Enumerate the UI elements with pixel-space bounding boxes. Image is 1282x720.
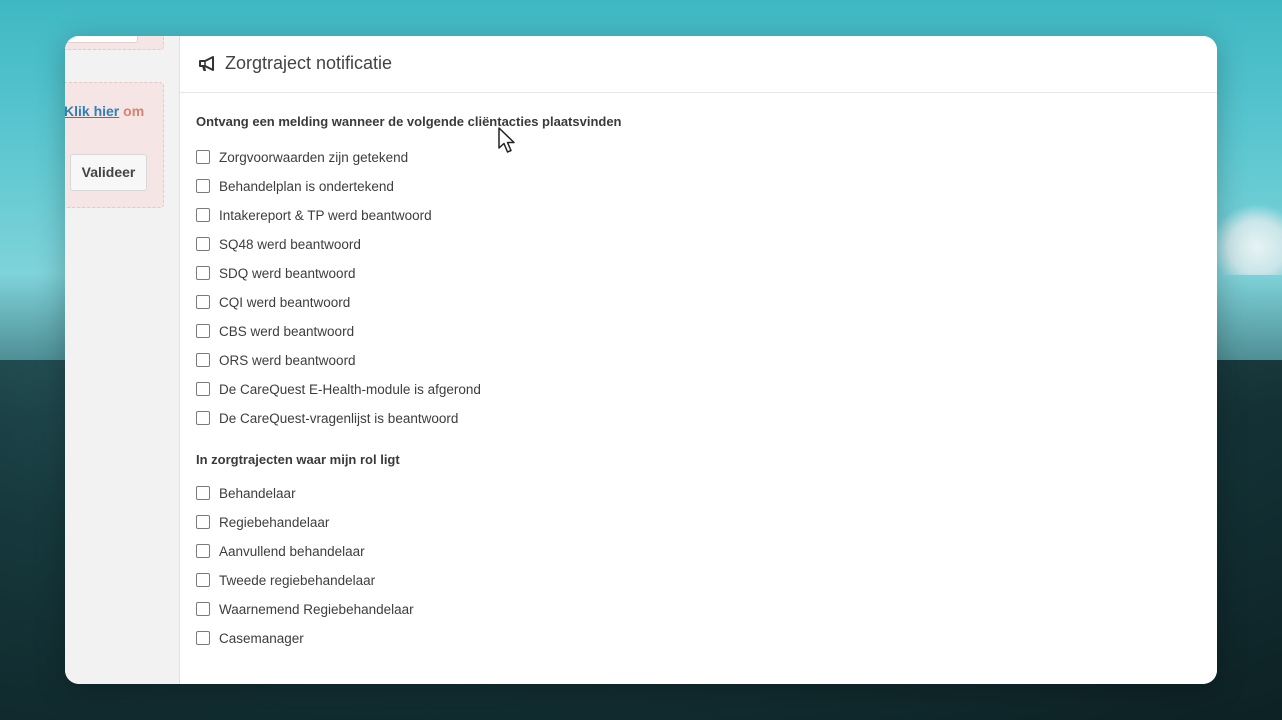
checkbox[interactable] — [196, 486, 210, 500]
checkbox[interactable] — [196, 208, 210, 222]
option-label: Regiebehandelaar — [219, 514, 330, 530]
option-label: De CareQuest-vragenlijst is beantwoord — [219, 410, 459, 426]
option-intakereport[interactable]: Intakereport & TP werd beantwoord — [196, 206, 432, 224]
option-label: SDQ werd beantwoord — [219, 265, 356, 281]
checkbox[interactable] — [196, 150, 210, 164]
option-ors[interactable]: ORS werd beantwoord — [196, 351, 356, 369]
option-casemanager[interactable]: Casemanager — [196, 629, 304, 647]
input-fragment[interactable] — [65, 36, 138, 43]
checkbox[interactable] — [196, 515, 210, 529]
notification-panel: Zorgtraject notificatie Ontvang een meld… — [180, 36, 1217, 684]
option-label: CQI werd beantwoord — [219, 294, 351, 310]
click-here-suffix: om — [123, 103, 145, 119]
checkbox[interactable] — [196, 411, 210, 425]
option-label: Intakereport & TP werd beantwoord — [219, 207, 432, 223]
option-label: Tweede regiebehandelaar — [219, 572, 376, 588]
checkbox[interactable] — [196, 353, 210, 367]
option-label: De CareQuest E-Health-module is afgerond — [219, 381, 481, 397]
checkbox[interactable] — [196, 382, 210, 396]
option-label: ORS werd beantwoord — [219, 352, 356, 368]
left-panel: Klik hier om Valideer — [65, 36, 180, 684]
option-behandelaar[interactable]: Behandelaar — [196, 484, 296, 502]
option-label: Behandelaar — [219, 485, 296, 501]
click-here-line: Klik hier om — [65, 103, 144, 119]
background-cloud — [1212, 205, 1282, 275]
option-behandelplan[interactable]: Behandelplan is ondertekend — [196, 177, 394, 195]
option-vragenlijst[interactable]: De CareQuest-vragenlijst is beantwoord — [196, 409, 458, 427]
option-label: Aanvullend behandelaar — [219, 543, 365, 559]
option-zorgvoorwaarden[interactable]: Zorgvoorwaarden zijn getekend — [196, 148, 408, 166]
option-tweede-regiebehandelaar[interactable]: Tweede regiebehandelaar — [196, 571, 375, 589]
validate-button[interactable]: Valideer — [70, 154, 147, 191]
option-label: SQ48 werd beantwoord — [219, 236, 361, 252]
checkbox[interactable] — [196, 295, 210, 309]
option-label: Zorgvoorwaarden zijn getekend — [219, 149, 409, 165]
checkbox[interactable] — [196, 324, 210, 338]
panel-title: Zorgtraject notificatie — [225, 53, 393, 73]
alert-box-top — [65, 36, 164, 50]
option-ehealth-module[interactable]: De CareQuest E-Health-module is afgerond — [196, 380, 481, 398]
checkbox[interactable] — [196, 573, 210, 587]
megaphone-icon — [199, 56, 216, 71]
checkbox[interactable] — [196, 179, 210, 193]
checkbox[interactable] — [196, 237, 210, 251]
option-sdq[interactable]: SDQ werd beantwoord — [196, 264, 356, 282]
checkbox[interactable] — [196, 544, 210, 558]
alert-box: Klik hier om Valideer — [65, 82, 164, 208]
option-label: Waarnemend Regiebehandelaar — [219, 601, 414, 617]
click-here-link[interactable]: Klik hier — [65, 103, 119, 119]
option-waarnemend-regiebehandelaar[interactable]: Waarnemend Regiebehandelaar — [196, 600, 414, 618]
option-cqi[interactable]: CQI werd beantwoord — [196, 293, 350, 311]
option-regiebehandelaar[interactable]: Regiebehandelaar — [196, 513, 329, 531]
checkbox[interactable] — [196, 631, 210, 645]
panel-header: Zorgtraject notificatie — [180, 36, 1217, 93]
option-label: Casemanager — [219, 630, 304, 646]
section-client-actions-title: Ontvang een melding wanneer de volgende … — [196, 114, 622, 129]
checkbox[interactable] — [196, 266, 210, 280]
checkbox[interactable] — [196, 602, 210, 616]
mouse-cursor-icon — [498, 127, 515, 153]
app-window: Klik hier om Valideer Zorgtraject notifi… — [65, 36, 1217, 684]
section-role-title: In zorgtrajecten waar mijn rol ligt — [196, 452, 400, 467]
option-label: Behandelplan is ondertekend — [219, 178, 394, 194]
option-cbs[interactable]: CBS werd beantwoord — [196, 322, 354, 340]
option-label: CBS werd beantwoord — [219, 323, 355, 339]
option-sq48[interactable]: SQ48 werd beantwoord — [196, 235, 361, 253]
option-aanvullend-behandelaar[interactable]: Aanvullend behandelaar — [196, 542, 365, 560]
